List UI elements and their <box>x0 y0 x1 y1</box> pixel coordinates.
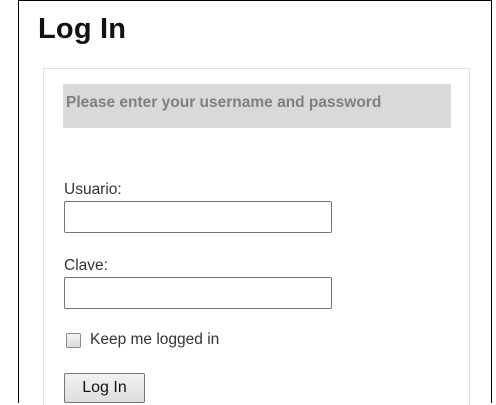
username-label: Usuario: <box>64 181 122 198</box>
username-input[interactable] <box>64 201 332 233</box>
password-label: Clave: <box>64 257 108 274</box>
remember-me-label[interactable]: Keep me logged in <box>90 331 219 349</box>
login-button[interactable]: Log In <box>64 373 145 403</box>
remember-me-checkbox[interactable] <box>66 332 81 348</box>
page-title: Log In <box>38 13 127 45</box>
password-input[interactable] <box>64 277 332 309</box>
remember-me-row[interactable]: Keep me logged in <box>66 330 219 350</box>
login-instructions-banner: Please enter your username and password <box>63 84 451 128</box>
